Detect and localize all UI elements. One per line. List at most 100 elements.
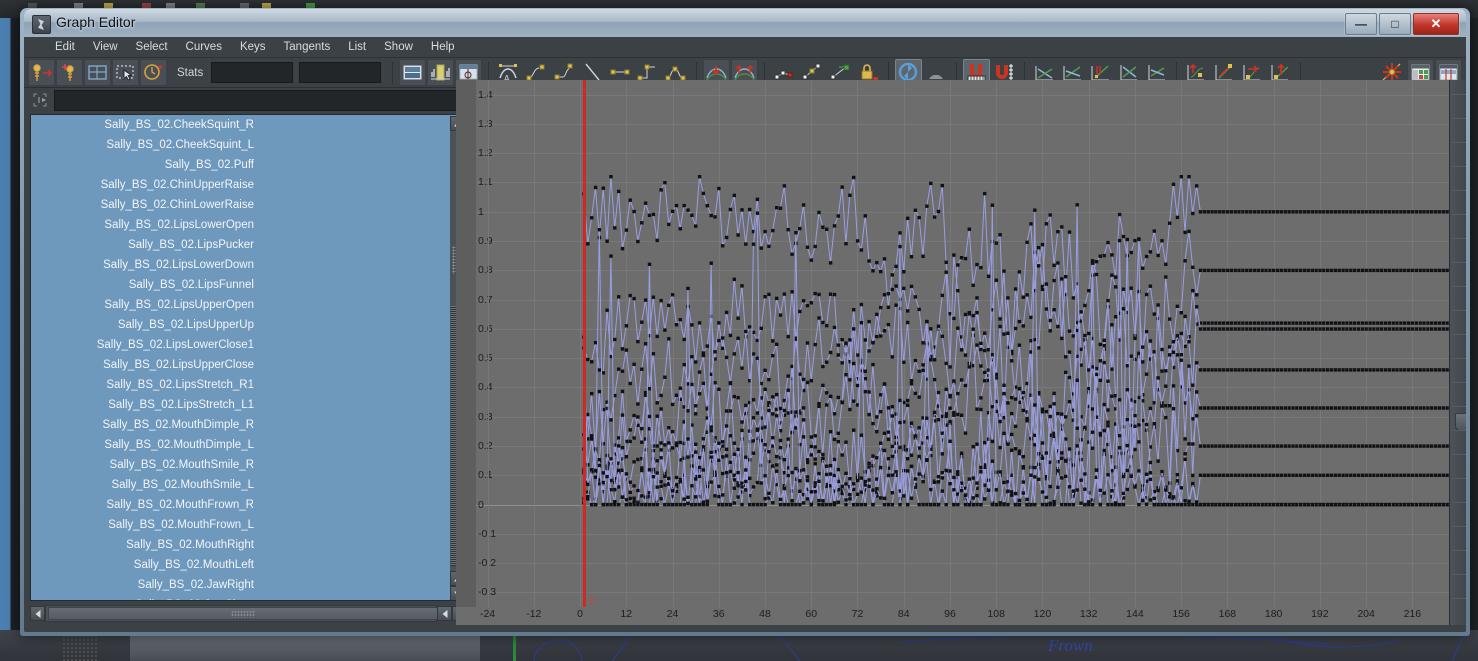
rail-tick	[1452, 214, 1466, 215]
toolbar-separator	[392, 61, 394, 84]
channel-list-item[interactable]: Sally_BS_02.LipsFunnel	[31, 275, 466, 295]
channel-list-item[interactable]: Sally_BS_02.LipsLowerClose1	[31, 335, 466, 355]
graph-editor-window: Graph Editor — □ ✕ Edit View Select Curv…	[20, 8, 1470, 636]
maximize-glyph: □	[1391, 17, 1399, 31]
rail-tick	[1452, 526, 1466, 527]
channel-list-item[interactable]: Sally_BS_02.LipsUpperClose	[31, 355, 466, 375]
channel-list-item[interactable]: Sally_BS_02.Puff	[31, 155, 466, 175]
current-time-label: 1	[588, 596, 595, 607]
current-time-indicator[interactable]	[582, 80, 586, 607]
rail-tick	[1452, 454, 1466, 455]
channel-list-item[interactable]: Sally_BS_02.LipsLowerOpen	[31, 215, 466, 235]
hscroll-left-button[interactable]	[30, 606, 45, 621]
menu-item-curves[interactable]: Curves	[177, 39, 231, 55]
animation-curve-line[interactable]	[583, 176, 1459, 354]
rail-tick	[1452, 286, 1466, 287]
outliner-filter-icon[interactable]	[30, 91, 50, 109]
channel-list-item[interactable]: Sally_BS_02.MouthFrown_L	[31, 515, 466, 535]
graph-right-rail[interactable]	[1449, 80, 1466, 625]
channel-list-item[interactable]: Sally_BS_02.LipsUpperUp	[31, 315, 466, 335]
key-insert-icon[interactable]	[56, 59, 83, 86]
animation-curve-line[interactable]	[583, 278, 1459, 452]
window-title-bar[interactable]: Graph Editor — □ ✕	[24, 9, 1466, 37]
rail-tick	[1452, 574, 1466, 575]
hscroll-grip	[231, 610, 255, 617]
hscroll-left-button-2[interactable]	[437, 606, 452, 621]
menu-bar: Edit View Select Curves Keys Tangents Li…	[24, 37, 1466, 58]
channel-list-item[interactable]: Sally_BS_02.LipsLowerDown	[31, 255, 466, 275]
rail-tick	[1452, 598, 1466, 599]
animation-curves[interactable]	[456, 80, 1466, 625]
stats-field-2[interactable]	[299, 62, 382, 83]
hscroll-thumb[interactable]	[48, 607, 438, 620]
menu-item-keys[interactable]: Keys	[231, 39, 275, 55]
maya-app-icon	[32, 15, 51, 34]
rail-tick	[1452, 502, 1466, 503]
menu-item-select[interactable]: Select	[127, 39, 177, 55]
channel-outliner: Sally_BS_02.CheekSquint_R Sally_BS_02.Che…	[30, 89, 467, 623]
channel-list-item[interactable]: Sally_BS_02.LipsPucker	[31, 235, 466, 255]
stats-label: Stats	[177, 66, 204, 79]
rail-tick	[1452, 190, 1466, 191]
channel-list-item[interactable]: Sally_BS_02.CheekSquint_L	[31, 135, 466, 155]
key-add-icon[interactable]	[28, 59, 55, 86]
channel-list-item[interactable]: Sally_BS_02.ChinUpperRaise	[31, 175, 466, 195]
channel-list-item[interactable]: Sally_BS_02.LipsUpperOpen	[31, 295, 466, 315]
rail-tick	[1452, 118, 1466, 119]
channel-list-hscrollbar[interactable]	[30, 604, 467, 623]
rail-tick	[1452, 238, 1466, 239]
normalize-curves-icon[interactable]	[427, 59, 455, 86]
channel-list-item[interactable]: Sally_BS_02.MouthLeft	[31, 555, 466, 575]
menu-item-list[interactable]: List	[339, 39, 375, 55]
rail-tick	[1452, 406, 1466, 407]
channel-list-item[interactable]: Sally_BS_02.MouthSmile_R	[31, 455, 466, 475]
rail-tick	[1452, 334, 1466, 335]
menu-item-edit[interactable]: Edit	[46, 39, 84, 55]
rail-tick	[1452, 262, 1466, 263]
channel-list-body: Sally_BS_02.CheekSquint_R Sally_BS_02.Che…	[31, 115, 466, 600]
rail-tick	[1452, 310, 1466, 311]
maximize-button[interactable]: □	[1379, 13, 1411, 35]
channel-list-item[interactable]: Sally_BS_02.LipsStretch_R1	[31, 375, 466, 395]
rail-tick	[1452, 358, 1466, 359]
channel-list-item[interactable]: Sally_BS_02.LipsStretch_L1	[31, 395, 466, 415]
rail-tick	[1452, 478, 1466, 479]
channel-list[interactable]: Sally_BS_02.CheekSquint_R Sally_BS_02.Che…	[30, 114, 467, 601]
rail-tick	[1452, 550, 1466, 551]
window-title: Graph Editor	[56, 14, 136, 30]
minimize-glyph: —	[1355, 17, 1367, 31]
channel-list-item[interactable]: Sally_BS_02.MouthRight	[31, 535, 466, 555]
outliner-filter-input[interactable]	[54, 89, 467, 111]
channel-list-item[interactable]: Sally_BS_02.CheekSquint_R	[31, 115, 466, 135]
rail-tick	[1452, 94, 1466, 95]
menu-item-help[interactable]: Help	[422, 39, 464, 55]
frame-all-icon[interactable]	[84, 59, 111, 86]
channel-list-item[interactable]: Sally_BS_02.MouthFrown_R	[31, 495, 466, 515]
menu-item-tangents[interactable]: Tangents	[275, 39, 340, 55]
viewport-label-frown: Frown	[1048, 636, 1093, 655]
hscroll-track[interactable]	[45, 605, 438, 622]
outliner-filter-row	[30, 89, 467, 111]
graph-editor-body: Sally_BS_02.CheekSquint_R Sally_BS_02.Che…	[24, 80, 1466, 632]
rail-handle[interactable]	[1455, 413, 1466, 431]
close-button[interactable]: ✕	[1413, 13, 1459, 35]
channel-list-item[interactable]: Sally_BS_02.JawChew	[31, 595, 466, 600]
channel-list-item[interactable]: Sally_BS_02.MouthDimple_L	[31, 435, 466, 455]
menu-item-view[interactable]: View	[84, 39, 127, 55]
menu-item-show[interactable]: Show	[375, 39, 422, 55]
minimize-button[interactable]: —	[1345, 13, 1377, 35]
channel-list-item[interactable]: Sally_BS_02.ChinLowerRaise	[31, 195, 466, 215]
stats-field-1[interactable]	[211, 62, 294, 83]
graph-view[interactable]: 1.4 1.3 1.2 1.1 1 0.9 0.8 0.7 0.6 0.5 0.4 0.3 0.2 0.1…	[456, 80, 1466, 625]
rail-tick	[1452, 430, 1466, 431]
stack-curves-icon[interactable]	[399, 59, 427, 86]
channel-list-item[interactable]: Sally_BS_02.MouthDimple_R	[31, 415, 466, 435]
region-select-icon[interactable]	[112, 59, 139, 86]
window-controls: — □ ✕	[1344, 12, 1460, 36]
channel-list-item[interactable]: Sally_BS_02.MouthSmile_L	[31, 475, 466, 495]
viewport-left-edge	[0, 18, 22, 661]
close-glyph: ✕	[1430, 16, 1442, 31]
time-snap-icon[interactable]	[140, 59, 167, 86]
rail-tick	[1452, 166, 1466, 167]
channel-list-item[interactable]: Sally_BS_02.JawRight	[31, 575, 466, 595]
